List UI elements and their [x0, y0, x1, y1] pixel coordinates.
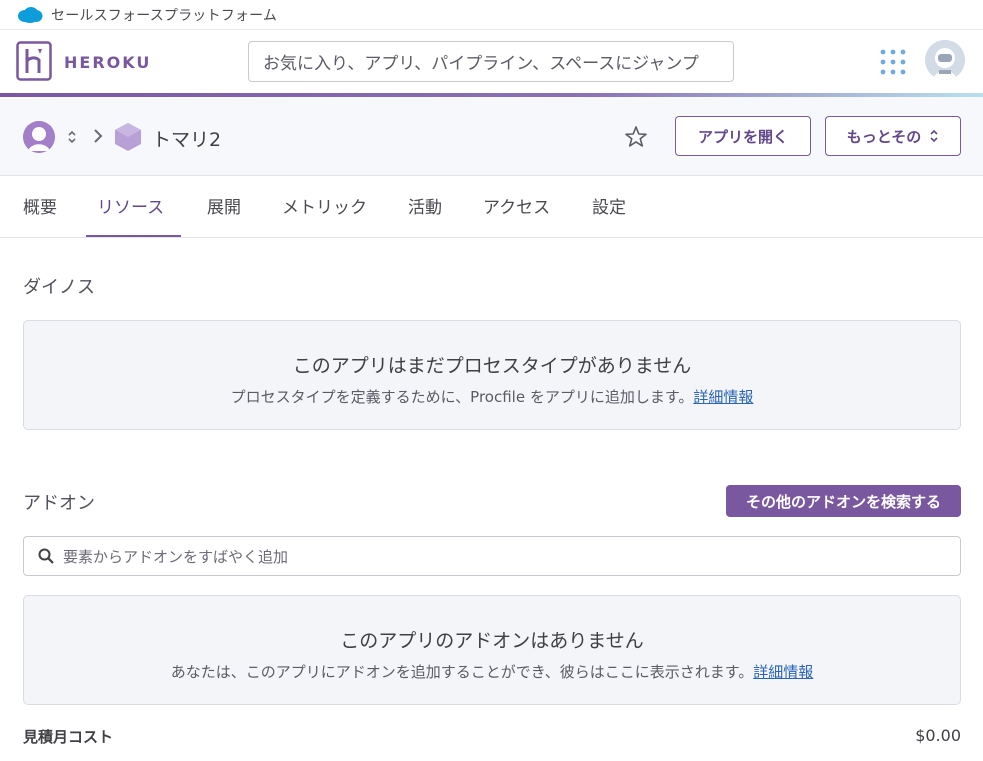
estimated-monthly-cost-value: $0.00	[915, 726, 961, 745]
heroku-wordmark[interactable]: HEROKU	[64, 53, 151, 72]
addons-section-title: アドオン	[23, 493, 95, 514]
dynos-empty-heading: このアプリはまだプロセスタイプがありません	[292, 355, 692, 377]
owner-avatar-icon[interactable]	[23, 121, 55, 153]
more-button[interactable]: もっとその	[825, 116, 961, 156]
dynos-empty-panel: このアプリはまだプロセスタイプがありません プロセスタイプを定義するために、Pr…	[23, 320, 961, 430]
apps-grid-icon[interactable]	[880, 49, 906, 75]
person-silhouette-icon	[23, 121, 55, 153]
dynos-empty-text-row: プロセスタイプを定義するために、Procfile をアプリに追加します。詳細情報	[24, 386, 960, 407]
platform-title: セールスフォースプラットフォーム	[51, 7, 278, 24]
search-icon	[38, 548, 54, 564]
tab-activity[interactable]: 活動	[408, 193, 442, 218]
tab-resources[interactable]: リソース	[97, 193, 164, 218]
tab-overview[interactable]: 概要	[23, 193, 57, 218]
find-more-addons-button[interactable]: その他のアドオンを検索する	[726, 485, 961, 517]
dynos-empty-text: プロセスタイプを定義するために、Procfile をアプリに追加します。	[230, 388, 694, 406]
heroku-header: HEROKU お気に入り、アプリ、パイプライン、スペースにジャンプ	[0, 30, 983, 94]
astronaut-avatar-icon	[925, 40, 965, 80]
app-name: トマリ2	[152, 129, 222, 151]
addon-search-input[interactable]: 要素からアドオンをすばやく追加	[23, 536, 961, 576]
active-tab-indicator	[86, 235, 181, 237]
tab-settings[interactable]: 設定	[592, 193, 626, 218]
favorite-star-icon[interactable]	[624, 125, 648, 149]
addons-learn-more-link[interactable]: 詳細情報	[753, 663, 813, 681]
switcher-chevron-icon[interactable]	[66, 129, 78, 145]
app-tabs: 概要 リソース 展開 メトリック 活動 アクセス 設定	[0, 176, 983, 238]
open-app-button[interactable]: アプリを開く	[675, 116, 811, 156]
dynos-section-title: ダイノス	[23, 277, 95, 298]
dynos-learn-more-link[interactable]: 詳細情報	[693, 388, 753, 406]
app-hexagon-icon	[115, 123, 141, 151]
addons-empty-panel: このアプリのアドオンはありません あなたは、このアプリにアドオンを追加することが…	[23, 595, 961, 705]
addon-search-placeholder: 要素からアドオンをすばやく追加	[63, 547, 289, 566]
salesforce-platform-bar: セールスフォースプラットフォーム	[0, 0, 983, 30]
estimated-monthly-cost-label: 見積月コスト	[23, 728, 114, 746]
tab-access[interactable]: アクセス	[483, 193, 550, 218]
tab-metrics[interactable]: メトリック	[282, 193, 367, 218]
tab-deploy[interactable]: 展開	[207, 193, 241, 218]
more-chevron-icon	[930, 129, 938, 143]
user-avatar-icon[interactable]	[925, 40, 965, 80]
app-header: トマリ2 アプリを開く もっとその	[0, 97, 983, 176]
addons-empty-text: あなたは、このアプリにアドオンを追加することができ、彼らはここに表示されます。	[170, 663, 754, 681]
addons-empty-heading: このアプリのアドオンはありません	[340, 630, 644, 652]
find-more-addons-label: その他のアドオンを検索する	[745, 492, 941, 511]
jump-search-input[interactable]: お気に入り、アプリ、パイプライン、スペースにジャンプ	[248, 41, 734, 82]
open-app-label: アプリを開く	[697, 127, 788, 146]
addons-empty-text-row: あなたは、このアプリにアドオンを追加することができ、彼らはここに表示されます。詳…	[24, 661, 960, 682]
heroku-logo-icon[interactable]	[16, 41, 52, 81]
salesforce-cloud-icon	[18, 6, 43, 23]
more-label: もっとその	[846, 127, 922, 146]
jump-search-placeholder: お気に入り、アプリ、パイプライン、スペースにジャンプ	[263, 54, 699, 74]
breadcrumb-chevron-icon	[94, 129, 103, 143]
